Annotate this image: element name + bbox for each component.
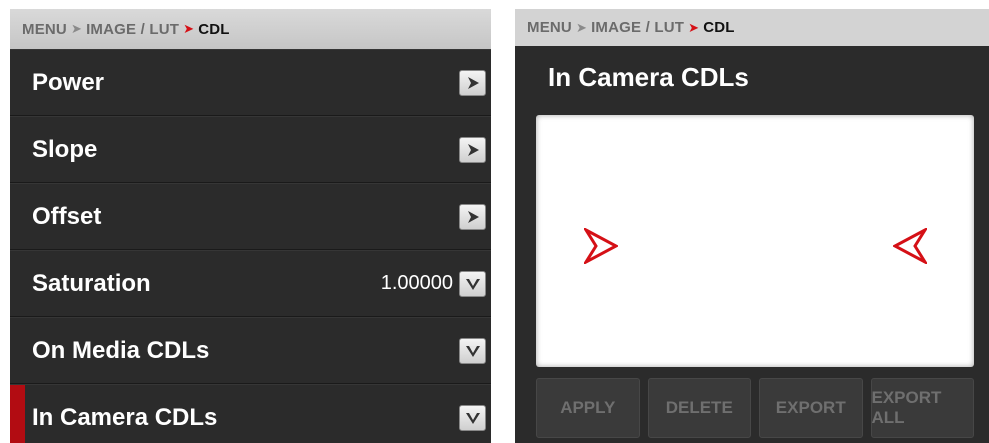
breadcrumb-current-separator-icon: ➤ (183, 21, 195, 36)
cdl-list[interactable] (536, 115, 974, 367)
breadcrumb-menu[interactable]: MENU (527, 19, 572, 36)
selection-marker-left-icon (581, 226, 620, 269)
selection-indicator (10, 385, 25, 443)
breadcrumb-current: CDL (703, 19, 735, 36)
breadcrumb-image-lut[interactable]: IMAGE / LUT (591, 19, 684, 36)
in-camera-cdls-panel: MENU ➤ IMAGE / LUT ➤ CDL In Camera CDLs … (515, 9, 989, 443)
arrow-right-icon[interactable] (459, 136, 486, 163)
menu-item-offset[interactable]: Offset (10, 183, 491, 250)
menu-item-power[interactable]: Power (10, 49, 491, 116)
menu-item-saturation[interactable]: Saturation 1.00000 (10, 250, 491, 317)
chevron-down-icon[interactable] (459, 270, 486, 297)
menu-item-label: On Media CDLs (32, 336, 210, 364)
menu-item-in-camera-cdls[interactable]: In Camera CDLs (10, 384, 491, 443)
menu-item-label: Power (32, 68, 105, 96)
menu-item-label: Offset (32, 202, 102, 230)
export-all-button[interactable]: EXPORT ALL (870, 378, 974, 438)
selection-marker-right-icon (891, 226, 930, 269)
breadcrumb-current: CDL (198, 20, 230, 38)
saturation-value: 1.00000 (380, 272, 453, 294)
menu-item-label: Saturation (32, 269, 151, 297)
breadcrumb-current-separator-icon: ➤ (688, 19, 700, 35)
arrow-right-icon[interactable] (459, 69, 486, 96)
chevron-down-icon[interactable] (459, 404, 486, 431)
breadcrumb-image-lut[interactable]: IMAGE / LUT (86, 21, 179, 38)
action-bar: APPLY DELETE EXPORT EXPORT ALL (536, 378, 974, 438)
menu-item-label: Slope (32, 135, 98, 163)
menu-item-on-media-cdls[interactable]: On Media CDLs (10, 317, 491, 384)
delete-button[interactable]: DELETE (647, 378, 751, 438)
breadcrumb-menu[interactable]: MENU (22, 21, 67, 38)
apply-button[interactable]: APPLY (536, 378, 640, 438)
menu-item-label: In Camera CDLs (32, 403, 218, 431)
arrow-right-icon[interactable] (459, 203, 486, 230)
breadcrumb-separator-icon: ➤ (575, 19, 588, 35)
export-button[interactable]: EXPORT (759, 378, 863, 438)
breadcrumb: MENU ➤ IMAGE / LUT ➤ CDL (515, 9, 989, 46)
cdl-menu-panel: MENU ➤ IMAGE / LUT ➤ CDL Power Slope Off… (10, 9, 491, 443)
chevron-down-icon[interactable] (459, 337, 486, 364)
page-title: In Camera CDLs (548, 62, 749, 92)
breadcrumb-separator-icon: ➤ (70, 21, 83, 36)
breadcrumb: MENU ➤ IMAGE / LUT ➤ CDL (10, 9, 491, 49)
menu-item-slope[interactable]: Slope (10, 116, 491, 183)
